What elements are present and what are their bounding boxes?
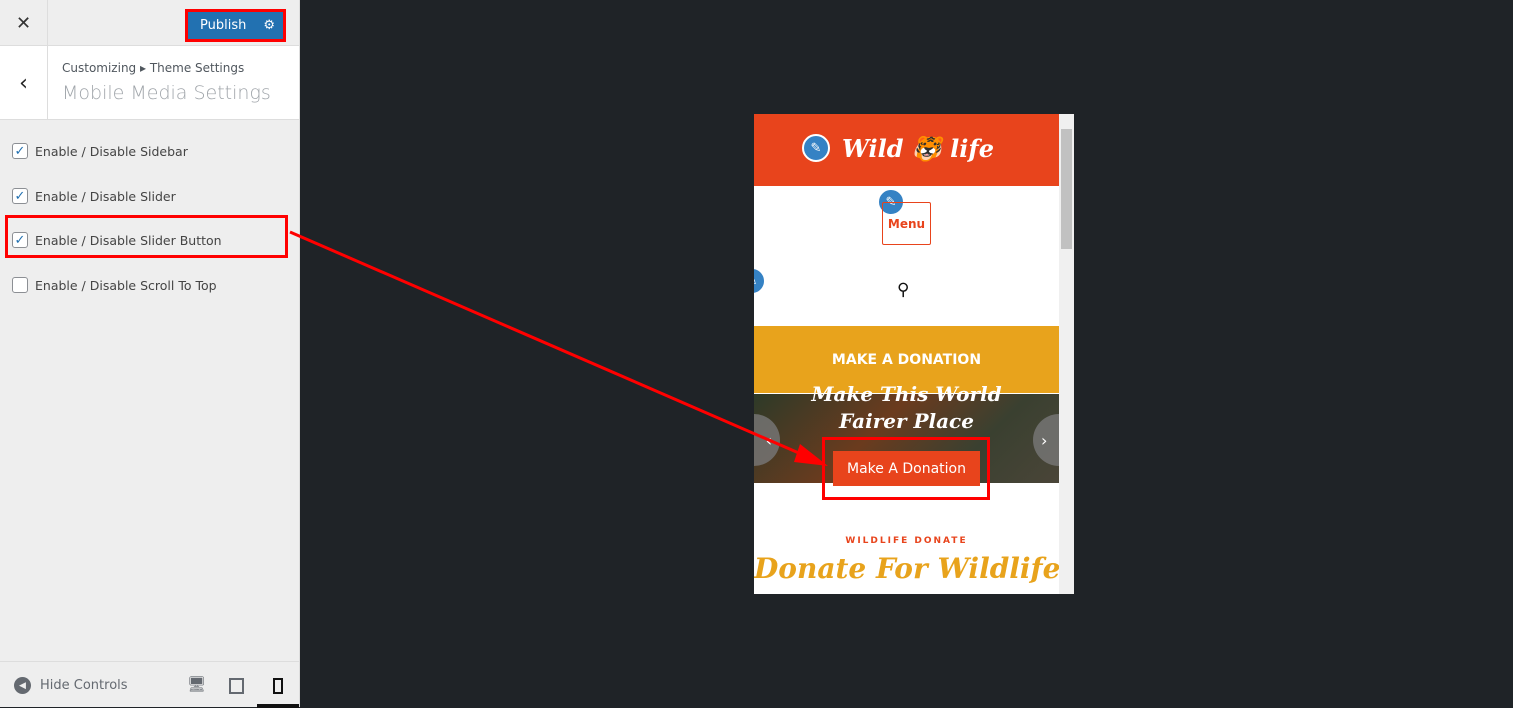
annotation-arrow [289,230,828,466]
